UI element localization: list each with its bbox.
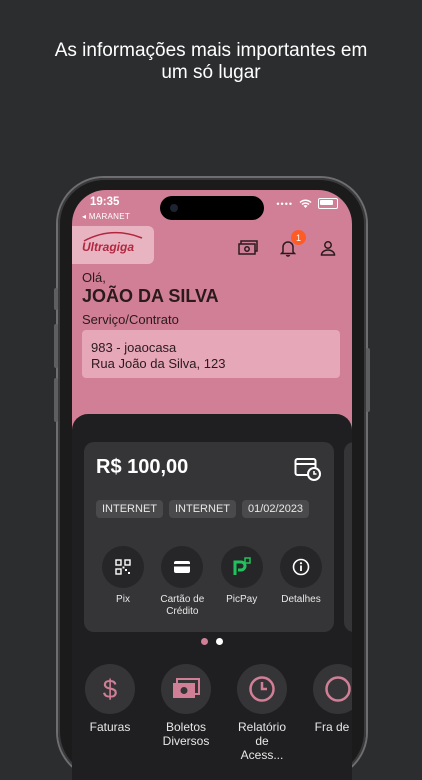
- pay-pix-button[interactable]: Pix: [94, 546, 152, 618]
- partial-action-label: Fra de D: [314, 720, 352, 734]
- bill-due-date: 01/02/2023: [242, 500, 310, 518]
- money-icon[interactable]: [238, 238, 258, 258]
- bell-icon[interactable]: 1: [278, 230, 306, 258]
- headline-line-2: um só lugar: [161, 62, 261, 83]
- carousel-dot[interactable]: [201, 638, 208, 645]
- info-icon: [292, 558, 310, 576]
- wifi-icon: [299, 199, 312, 208]
- credit-card-icon: [174, 561, 191, 573]
- contract-selector[interactable]: 983 - joaocasa Rua João da Silva, 123: [82, 330, 340, 378]
- pay-picpay-label: PicPay: [226, 594, 258, 605]
- headline: As informações mais importantes em um só…: [0, 40, 422, 84]
- battery-icon: [318, 198, 338, 209]
- boletos-label: Boletos Diversos: [162, 720, 210, 748]
- user-name: JOÃO DA SILVA: [82, 286, 219, 306]
- app-screen: 19:35 ◂ MARANET •••• Ultragiga 1 Olá, JO…: [72, 190, 352, 780]
- bill-tag: INTERNET: [96, 500, 163, 518]
- signal-dots-icon: ••••: [276, 198, 293, 209]
- brand-logo[interactable]: Ultragiga: [72, 226, 154, 264]
- service-label: Serviço/Contrato: [82, 312, 179, 327]
- partial-icon: [325, 676, 351, 702]
- carousel-indicator: [72, 638, 352, 645]
- carousel-dot-active[interactable]: [216, 638, 223, 645]
- picpay-icon: [233, 557, 251, 575]
- pay-picpay-button[interactable]: PicPay: [213, 546, 271, 618]
- bill-icon: [173, 678, 200, 698]
- dollar-icon: $: [103, 674, 118, 704]
- faturas-label: Faturas: [89, 720, 131, 734]
- next-bill-card[interactable]: [344, 442, 352, 632]
- bill-details-label: Detalhes: [281, 594, 321, 605]
- contract-address: Rua João da Silva, 123: [91, 356, 226, 371]
- dynamic-island: [160, 196, 264, 220]
- bill-amount: R$ 100,00: [96, 456, 189, 478]
- pay-card-button[interactable]: Cartão de Crédito: [153, 546, 211, 618]
- status-carrier: ◂ MARANET: [82, 212, 131, 221]
- boletos-button[interactable]: Boletos Diversos: [160, 664, 212, 762]
- user-icon[interactable]: [318, 238, 338, 258]
- logo-text: Ultragiga: [82, 240, 135, 254]
- qr-code-icon: [115, 559, 131, 575]
- status-time: 19:35: [90, 196, 120, 208]
- clock-icon: [249, 676, 275, 702]
- bill-details-button[interactable]: Detalhes: [272, 546, 330, 618]
- pay-card-label: Cartão de Crédito: [160, 594, 205, 617]
- relatorio-button[interactable]: Relatório de Acess...: [236, 664, 288, 762]
- calendar-clock-icon[interactable]: [294, 456, 322, 482]
- greeting: Olá,: [82, 270, 106, 285]
- contract-id: 983 - joaocasa: [91, 340, 177, 355]
- quick-actions: $ Faturas Boletos Diversos Relatório de …: [84, 664, 352, 762]
- bottom-sheet: R$ 100,00 INTERNET INTERNET 01/02/2023 P…: [72, 414, 352, 780]
- partial-action-button[interactable]: Fra de D: [312, 664, 352, 762]
- relatorio-label: Relatório de Acess...: [237, 720, 287, 762]
- bill-card[interactable]: R$ 100,00 INTERNET INTERNET 01/02/2023 P…: [84, 442, 334, 632]
- svg-text:$: $: [103, 674, 118, 704]
- phone-frame: 19:35 ◂ MARANET •••• Ultragiga 1 Olá, JO…: [54, 178, 370, 780]
- bill-tag: INTERNET: [169, 500, 236, 518]
- headline-line-1: As informações mais importantes em: [54, 40, 368, 61]
- notification-badge: 1: [291, 230, 306, 245]
- faturas-button[interactable]: $ Faturas: [84, 664, 136, 762]
- pay-pix-label: Pix: [116, 594, 130, 605]
